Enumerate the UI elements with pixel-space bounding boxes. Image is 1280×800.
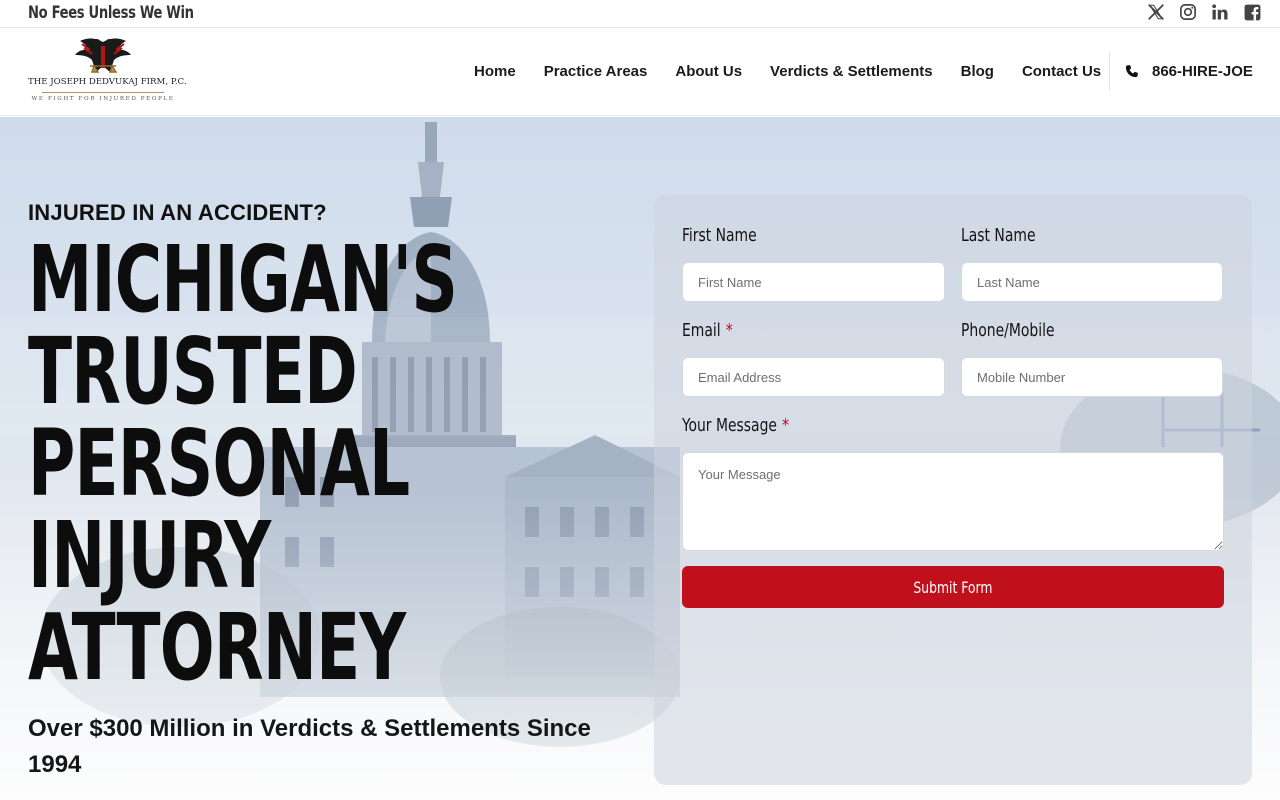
nav-contact-us[interactable]: Contact Us <box>1022 63 1101 80</box>
phone-group: Phone/Mobile <box>961 319 1223 399</box>
x-twitter-icon[interactable] <box>1146 2 1166 22</box>
phone-label: Phone/Mobile <box>961 320 1055 341</box>
phone-number: 866-HIRE-JOE <box>1152 63 1253 80</box>
headline-line: ATTORNEY <box>28 594 406 701</box>
linkedin-icon[interactable] <box>1210 2 1230 22</box>
hero-eyebrow: INJURED IN AN ACCIDENT? <box>28 200 327 225</box>
hero-subline: Over $300 Million in Verdicts & Settleme… <box>28 715 591 778</box>
submit-button[interactable]: Submit Form <box>682 566 1224 608</box>
message-textarea[interactable] <box>682 452 1224 551</box>
firm-name: THE JOSEPH DEDVUKAJ FIRM, P.C. <box>28 77 187 87</box>
eagle-emblem-icon <box>75 38 131 73</box>
message-group: Your Message * <box>682 414 1224 554</box>
first-name-input[interactable] <box>682 262 945 302</box>
nav-blog[interactable]: Blog <box>961 63 994 80</box>
email-input[interactable] <box>682 357 945 397</box>
required-mark: * <box>782 415 790 436</box>
first-name-label: First Name <box>682 225 757 246</box>
phone-input[interactable] <box>961 357 1223 397</box>
firm-logo[interactable]: THE JOSEPH DEDVUKAJ FIRM, P.C. WE FIGHT … <box>28 36 187 110</box>
nav-practice-areas[interactable]: Practice Areas <box>544 63 648 80</box>
first-name-group: First Name <box>682 224 945 304</box>
site-header: THE JOSEPH DEDVUKAJ FIRM, P.C. WE FIGHT … <box>0 28 1280 116</box>
main-nav: Home Practice Areas About Us Verdicts & … <box>474 63 1101 80</box>
last-name-group: Last Name <box>961 224 1223 304</box>
logo-divider <box>42 92 164 93</box>
headline-line: MICHIGAN'S <box>28 226 458 333</box>
email-group: Email * <box>682 319 945 399</box>
firm-motto: WE FIGHT FOR INJURED PEOPLE <box>31 96 175 102</box>
last-name-label: Last Name <box>961 225 1036 246</box>
instagram-icon[interactable] <box>1178 2 1198 22</box>
headline-line: PERSONAL <box>28 410 410 517</box>
hero-section: INJURED IN AN ACCIDENT? MICHIGAN'S TRUST… <box>0 117 1280 800</box>
phone-icon <box>1125 65 1138 78</box>
nav-divider <box>1109 52 1110 90</box>
top-bar: No Fees Unless We Win <box>0 0 1280 28</box>
phone-link[interactable]: 866-HIRE-JOE <box>1124 63 1253 80</box>
facebook-icon[interactable] <box>1242 2 1262 22</box>
required-mark: * <box>725 320 733 341</box>
headline-line: INJURY <box>28 502 271 609</box>
message-label: Your Message * <box>682 415 790 436</box>
nav-verdicts-settlements[interactable]: Verdicts & Settlements <box>770 63 933 80</box>
contact-form: First Name Last Name Email* Phone/Mobile… <box>654 195 1252 785</box>
nav-about-us[interactable]: About Us <box>675 63 742 80</box>
hero-headline: MICHIGAN'S TRUSTED PERSONAL INJURY ATTOR… <box>28 234 588 694</box>
last-name-input[interactable] <box>961 262 1223 302</box>
social-links <box>1146 2 1262 22</box>
tagline: No Fees Unless We Win <box>28 3 194 23</box>
nav-home[interactable]: Home <box>474 63 516 80</box>
headline-line: TRUSTED <box>28 318 358 425</box>
email-label: Email * <box>682 320 733 341</box>
